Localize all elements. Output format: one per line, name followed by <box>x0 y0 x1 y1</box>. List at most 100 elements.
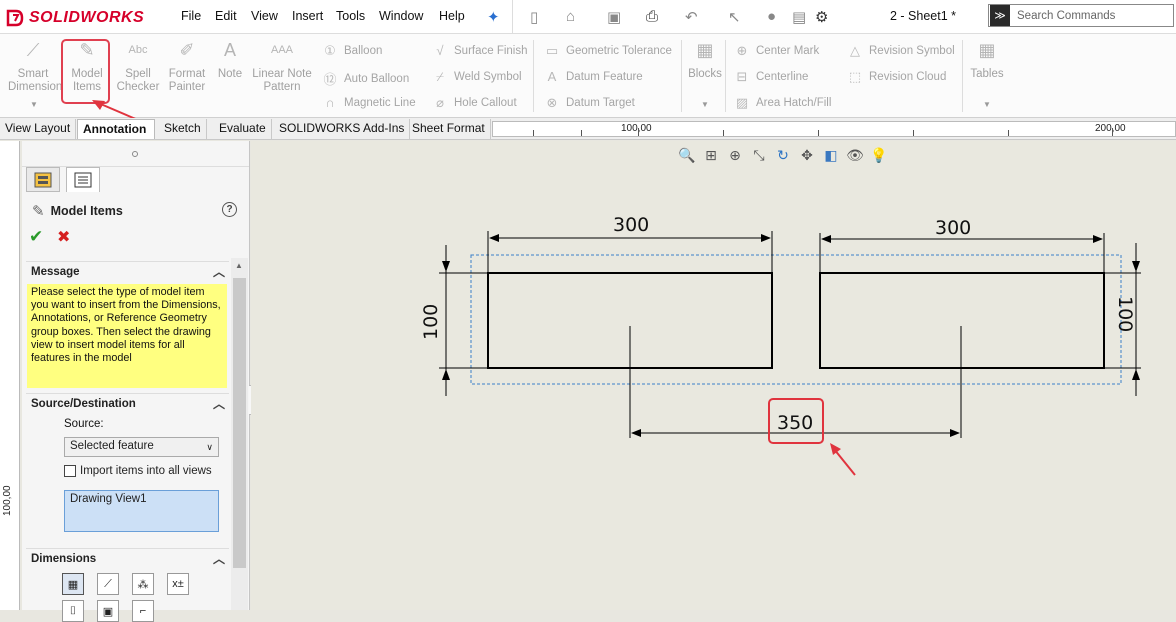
dimension-text-left[interactable]: 100 <box>420 304 442 340</box>
tables-dropdown-icon[interactable]: ▼ <box>983 100 991 109</box>
centerline-button[interactable]: ⊟ Centerline <box>733 69 809 85</box>
scroll-thumb[interactable] <box>233 278 246 568</box>
smart-dimension-button[interactable]: ⟋ Smart Dimension <box>8 41 62 94</box>
scroll-up-icon[interactable]: ▲ <box>235 261 243 270</box>
datum-target-button[interactable]: ⊗ Datum Target <box>543 95 635 111</box>
geometric-tolerance-button[interactable]: ▭ Geometric Tolerance <box>543 43 672 59</box>
ruler-tick <box>638 128 639 136</box>
help-icon[interactable]: ? <box>222 202 237 217</box>
tab-property-manager[interactable] <box>66 167 100 192</box>
linear-note-pattern-button[interactable]: AAA Linear Note Pattern <box>250 44 314 94</box>
revision-cloud-button[interactable]: ⬚ Revision Cloud <box>846 69 947 85</box>
menu-view[interactable]: View <box>251 9 278 23</box>
hole-callout-icon: ⌀ <box>436 95 444 110</box>
menu-file[interactable]: File <box>181 9 201 23</box>
search-commands-box[interactable]: ≫ Search Commands <box>988 4 1174 27</box>
undo-icon[interactable]: ↶ <box>685 8 698 26</box>
center-mark-button[interactable]: ⊕ Center Mark <box>733 43 820 59</box>
callout-arrowhead <box>830 443 841 455</box>
destination-listbox[interactable]: Drawing View1 <box>64 490 219 532</box>
file-properties-icon[interactable]: ▤ <box>792 8 806 26</box>
note-button[interactable]: A Note <box>212 41 248 81</box>
chevron-up-icon[interactable]: ︿ <box>213 263 225 280</box>
balloon-button[interactable]: ① Balloon <box>321 43 382 59</box>
tolerance-dimension-icon[interactable]: x± <box>167 573 189 595</box>
smart-dimension-dropdown-icon[interactable]: ▼ <box>30 100 38 109</box>
dimension-text-right[interactable]: 100 <box>1114 296 1136 332</box>
options-gear-icon[interactable]: ⚙ <box>815 8 828 26</box>
ok-check-icon[interactable]: ✔ <box>29 227 43 247</box>
format-painter-button[interactable]: ✐ Format Painter <box>164 41 210 94</box>
source-destination-section-header[interactable]: Source/Destination ︿ <box>26 393 229 413</box>
drawing-sheet <box>439 231 1141 476</box>
search-input[interactable]: Search Commands <box>1017 10 1115 22</box>
menu-tools[interactable]: Tools <box>336 9 365 23</box>
chevron-up-icon[interactable]: ︿ <box>213 550 225 567</box>
tab-annotation[interactable]: Annotation <box>77 119 155 139</box>
menu-window[interactable]: Window <box>379 9 423 23</box>
panel-grip-icon[interactable] <box>132 151 138 157</box>
smart-dimension-label-2: Dimension <box>8 81 63 93</box>
tables-icon: ▦ <box>978 40 996 60</box>
save-icon[interactable]: ▣ <box>607 8 621 26</box>
right-rectangle[interactable] <box>819 272 1105 369</box>
spell-checker-button[interactable]: Abc Spell Checker <box>114 44 162 94</box>
tab-view-layout[interactable]: View Layout <box>0 119 77 139</box>
logo-text: SOLIDWORKS <box>29 9 145 26</box>
drawing-view-boundary[interactable] <box>470 254 1122 385</box>
tab-solidworks-add-ins[interactable]: SOLIDWORKS Add-Ins <box>274 119 411 139</box>
new-document-icon[interactable]: ▯ <box>530 8 538 26</box>
dimension-text-top-left[interactable]: 300 <box>613 214 649 236</box>
revision-cloud-icon: ⬚ <box>848 69 862 84</box>
menu-insert[interactable]: Insert <box>292 9 323 23</box>
marked-for-drawing-icon[interactable]: ▦ <box>62 573 84 595</box>
menu-edit[interactable]: Edit <box>215 9 237 23</box>
panel-scrollbar[interactable]: ▲ <box>231 258 248 610</box>
cancel-x-icon[interactable]: ✖ <box>57 227 70 247</box>
weld-symbol-icon: ⌿ <box>436 69 444 84</box>
magnetic-line-button[interactable]: ∩ Magnetic Line <box>321 95 415 110</box>
area-hatch-button[interactable]: ▨ Area Hatch/Fill <box>733 95 832 111</box>
datum-feature-button[interactable]: A Datum Feature <box>543 69 643 84</box>
checkbox-box[interactable] <box>64 465 76 477</box>
tables-label: Tables <box>970 68 1004 80</box>
auto-balloon-button[interactable]: ⑫ Auto Balloon <box>321 69 409 88</box>
weld-symbol-button[interactable]: ⌿ Weld Symbol <box>431 69 521 85</box>
dimension-350-highlight <box>768 398 824 444</box>
tab-sheet-format[interactable]: Sheet Format <box>407 119 491 139</box>
solidworks-logo[interactable]: SOLIDWORKS <box>6 8 144 28</box>
pin-icon[interactable]: ✦ <box>487 8 500 26</box>
hole-callout-dim-icon[interactable]: ▣ <box>97 600 119 622</box>
open-folder-icon[interactable]: ⌂ <box>566 8 575 25</box>
not-marked-dimension-icon[interactable]: ⟋ <box>97 573 119 595</box>
import-all-views-label: Import items into all views <box>80 465 212 477</box>
ruler-label-200: 200,00 <box>1095 123 1126 134</box>
tables-button[interactable]: ▦ Tables <box>966 40 1008 81</box>
destination-item[interactable]: Drawing View1 <box>70 493 147 505</box>
dimension-text-top-right[interactable]: 300 <box>935 217 971 239</box>
message-section-header[interactable]: Message ︿ <box>26 261 229 281</box>
spell-checker-label-2: Checker <box>116 81 160 93</box>
source-select[interactable]: Selected feature ∨ <box>64 437 219 457</box>
blocks-dropdown-icon[interactable]: ▼ <box>701 100 709 109</box>
menu-help[interactable]: Help <box>439 9 465 23</box>
rebuild-icon[interactable]: ● <box>767 8 776 25</box>
instance-count-icon[interactable]: ⁂ <box>132 573 154 595</box>
dimensions-section-header[interactable]: Dimensions ︿ <box>26 548 229 568</box>
print-icon[interactable]: ⎙ <box>646 8 658 25</box>
import-all-views-checkbox[interactable]: Import items into all views <box>64 465 212 477</box>
chevron-up-icon[interactable]: ︿ <box>213 395 225 412</box>
chamfer-dim-icon[interactable]: ⌐ <box>132 600 154 622</box>
ruler-tick <box>533 130 534 136</box>
tab-evaluate[interactable]: Evaluate <box>214 119 272 139</box>
spell-checker-icon: Abc <box>128 44 148 56</box>
hole-wizard-icon[interactable]: ⌷ <box>62 600 84 622</box>
select-cursor-icon[interactable]: ↖ <box>728 8 741 26</box>
hole-callout-button[interactable]: ⌀ Hole Callout <box>431 95 517 111</box>
surface-finish-button[interactable]: √ Surface Finish <box>431 43 527 58</box>
blocks-button[interactable]: ▦ Blocks <box>686 41 724 81</box>
revision-symbol-button[interactable]: △ Revision Symbol <box>846 43 955 59</box>
tab-sketch[interactable]: Sketch <box>159 119 207 139</box>
tab-feature-manager[interactable] <box>26 167 60 192</box>
left-ruler: 100,00 <box>0 141 20 610</box>
